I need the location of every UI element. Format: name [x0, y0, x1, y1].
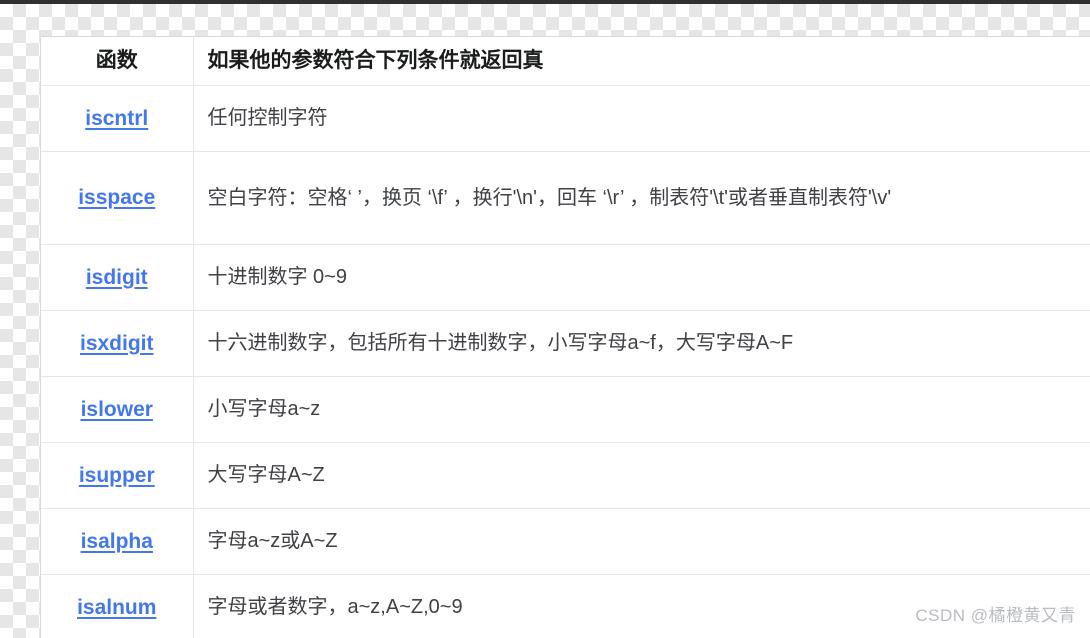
description-cell: 小写字母a~z — [193, 376, 1090, 443]
function-link-isdigit[interactable]: isdigit — [86, 266, 148, 290]
function-name-cell: islower — [41, 376, 194, 443]
function-link-isalpha[interactable]: isalpha — [81, 530, 153, 554]
function-name-cell: isxdigit — [41, 310, 194, 377]
table-body: iscntrl 任何控制字符 isspace 空白字符：空格‘ ’，换页 ‘\f’ ，… — [41, 85, 1090, 638]
description-cell: 字母a~z或A~Z — [193, 508, 1090, 575]
function-link-islower[interactable]: islower — [81, 398, 153, 422]
table-row: isspace 空白字符：空格‘ ’，换页 ‘\f’ ，换行'\n'，回车 ‘\r… — [41, 151, 1090, 245]
table-row: isalnum 字母或者数字，a~z,A~Z,0~9 — [41, 574, 1090, 638]
function-name-cell: iscntrl — [41, 85, 194, 152]
table-row: isdigit 十进制数字 0~9 — [41, 244, 1090, 311]
function-name-cell: isspace — [41, 151, 194, 245]
function-name-cell: isalnum — [41, 574, 194, 638]
ctype-function-table-container: 函数 如果他的参数符合下列条件就返回真 iscntrl 任何控制字符 isspace… — [40, 36, 1090, 638]
table-row: islower 小写字母a~z — [41, 376, 1090, 443]
table-header-row: 函数 如果他的参数符合下列条件就返回真 — [41, 37, 1090, 86]
description-cell: 字母或者数字，a~z,A~Z,0~9 — [193, 574, 1090, 638]
function-name-cell: isalpha — [41, 508, 194, 575]
description-cell: 空白字符：空格‘ ’，换页 ‘\f’ ，换行'\n'，回车 ‘\r’ ，制表符'… — [193, 151, 1090, 245]
column-header-function: 函数 — [41, 37, 194, 86]
function-link-isxdigit[interactable]: isxdigit — [80, 332, 154, 356]
table-row: isalpha 字母a~z或A~Z — [41, 508, 1090, 575]
description-cell: 大写字母A~Z — [193, 442, 1090, 509]
function-link-isspace[interactable]: isspace — [78, 186, 155, 210]
table-row: iscntrl 任何控制字符 — [41, 85, 1090, 152]
screenshot-canvas: 函数 如果他的参数符合下列条件就返回真 iscntrl 任何控制字符 isspace… — [0, 0, 1090, 638]
top-dark-strip — [0, 0, 1090, 4]
function-name-cell: isupper — [41, 442, 194, 509]
function-name-cell: isdigit — [41, 244, 194, 311]
description-cell: 任何控制字符 — [193, 85, 1090, 152]
ctype-function-table: 函数 如果他的参数符合下列条件就返回真 iscntrl 任何控制字符 isspace… — [41, 37, 1090, 638]
function-link-isalnum[interactable]: isalnum — [77, 596, 156, 620]
function-link-isupper[interactable]: isupper — [79, 464, 155, 488]
description-cell: 十进制数字 0~9 — [193, 244, 1090, 311]
description-cell: 十六进制数字，包括所有十进制数字，小写字母a~f，大写字母A~F — [193, 310, 1090, 377]
table-header: 函数 如果他的参数符合下列条件就返回真 — [41, 37, 1090, 86]
table-row: isupper 大写字母A~Z — [41, 442, 1090, 509]
column-header-description: 如果他的参数符合下列条件就返回真 — [193, 37, 1090, 86]
function-link-iscntrl[interactable]: iscntrl — [85, 107, 148, 131]
table-row: isxdigit 十六进制数字，包括所有十进制数字，小写字母a~f，大写字母A~F — [41, 310, 1090, 377]
